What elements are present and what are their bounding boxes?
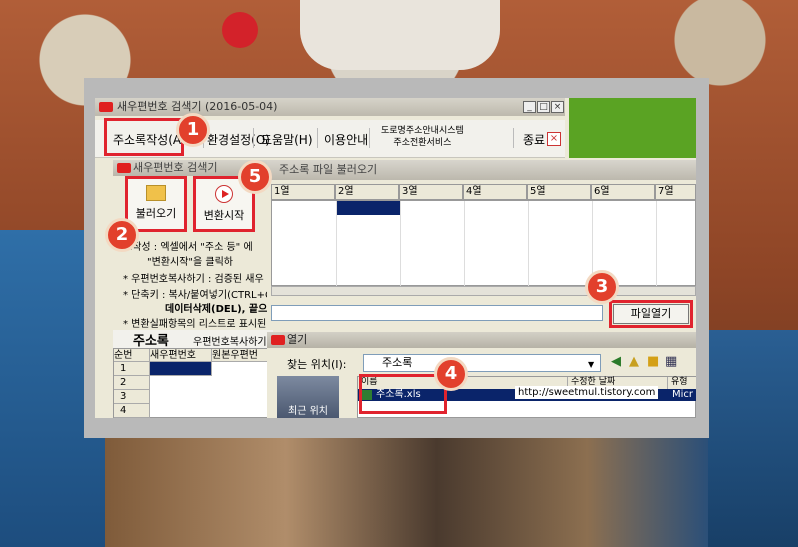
watermark: http://sweetmul.tistory.com (515, 386, 659, 399)
tab-strip: 주소록 우편번호복사하기 (113, 330, 273, 349)
description-line: * 변환실패항목의 리스트로 표시된 (123, 319, 267, 330)
highlight-box-step3 (609, 300, 693, 328)
grid-header-index: 순번 (114, 349, 150, 362)
description-line: * 우편번호복사하기 : 검증된 새우 (123, 274, 264, 285)
grid-row-index: 2 (114, 376, 150, 390)
menu-usage-guide[interactable]: 이용안내 (324, 131, 368, 148)
file-path-input[interactable] (271, 305, 603, 321)
dialog-app-icon (271, 335, 285, 345)
open-dialog-title: 열기 (287, 333, 308, 346)
open-dialog-titlebar: 열기 (267, 332, 696, 348)
loader-sheet[interactable] (271, 200, 696, 287)
step-badge-3: 3 (585, 270, 619, 304)
background-envelope (300, 0, 500, 70)
column-header[interactable]: 7열 (655, 184, 696, 200)
app-screen: 새우편번호 검색기 (2016-05-04) _ □ × 주소록작성(A) 환경… (95, 98, 696, 418)
grid-header-orig-postcode: 원본우편번 (212, 349, 274, 362)
sheet-gridline (336, 201, 337, 287)
background-red-seal (222, 12, 258, 48)
menu-separator (317, 128, 318, 148)
file-type: Micr (672, 389, 694, 400)
menu-help[interactable]: 도움말(H) (261, 131, 313, 148)
sheet-gridline (528, 201, 529, 287)
open-dialog-body: 찾는 위치(I): 주소록 ▼ ◀ ▲ ■ ▦ 최근 위치 이름 수정한 날짜 … (267, 348, 696, 418)
recent-places-button[interactable]: 최근 위치 (277, 376, 339, 418)
sheet-gridline (464, 201, 465, 287)
column-header[interactable]: 6열 (591, 184, 655, 200)
loader-title: 주소록 파일 불러오기 (279, 163, 378, 176)
highlight-box-step4 (359, 374, 447, 414)
main-window-titlebar: 새우편번호 검색기 (2016-05-04) _ □ × (95, 98, 565, 116)
column-header[interactable]: 3열 (399, 184, 463, 200)
description-line: * 단축키 : 복사/붙여넣기(CTRL+C (123, 290, 272, 301)
chevron-down-icon[interactable]: ▼ (588, 357, 594, 373)
sheet-gridline (656, 201, 657, 287)
tab-address-book[interactable]: 주소록 (133, 330, 169, 349)
grid-row-index: 3 (114, 390, 150, 404)
sheet-gridline (400, 201, 401, 287)
app-icon (99, 102, 113, 112)
new-folder-icon[interactable]: ■ (647, 354, 659, 369)
tab-postcode-copy[interactable]: 우편번호복사하기 (193, 333, 267, 348)
address-grid[interactable]: 순번 새우편번호 원본우편번 1 2 3 4 (113, 348, 274, 418)
exit-close-icon[interactable]: × (547, 132, 561, 146)
list-header-type[interactable]: 유형 (668, 377, 696, 389)
highlight-box-step1 (104, 118, 184, 156)
menu-separator (369, 128, 370, 148)
background-bottom (105, 437, 708, 547)
description-line: "변환시작"을 클릭하 (147, 257, 233, 268)
grid-header-new-postcode: 새우편번호 (150, 349, 212, 362)
road-service-line1: 도로명주소안내시스템 (381, 126, 464, 136)
column-header[interactable]: 1열 (271, 184, 335, 200)
step-badge-4: 4 (434, 357, 468, 391)
road-service-line2: 주소전환서비스 (393, 138, 452, 148)
back-icon[interactable]: ◀ (611, 354, 621, 369)
column-header[interactable]: 5열 (527, 184, 591, 200)
inner-app-icon (117, 163, 131, 173)
loader-titlebar: 주소록 파일 불러오기 (267, 160, 696, 180)
look-in-value: 주소록 (382, 356, 413, 369)
menu-separator (513, 128, 514, 148)
recent-places-label: 최근 위치 (288, 406, 328, 417)
column-header[interactable]: 4열 (463, 184, 527, 200)
window-title: 새우편번호 검색기 (2016-05-04) (117, 100, 278, 113)
close-window-button[interactable]: × (551, 101, 564, 113)
green-side-panel (569, 98, 696, 158)
minimize-button[interactable]: _ (523, 101, 536, 113)
look-in-label: 찾는 위치(I): (287, 358, 347, 371)
look-in-select[interactable]: 주소록 ▼ (363, 354, 601, 372)
inner-window-title: 새우편번호 검색기 (133, 161, 218, 174)
menu-separator (253, 128, 254, 148)
menu-road-address-service[interactable]: 도로명주소안내시스템 주소전환서비스 (381, 125, 464, 149)
maximize-button[interactable]: □ (537, 101, 550, 113)
step-badge-5: 5 (238, 160, 272, 194)
grid-row-index: 4 (114, 404, 150, 418)
background-mailbox-right (708, 330, 798, 547)
description-line: 소작성 : 엑셀에서 "주소 등" 에 (123, 242, 253, 253)
menu-exit[interactable]: 종료 (523, 131, 545, 148)
sheet-selected-cell[interactable] (336, 201, 400, 215)
up-folder-icon[interactable]: ▲ (629, 354, 639, 369)
view-menu-icon[interactable]: ▦ (665, 354, 677, 369)
description-line: 데이터삭제(DEL), 끝으 (165, 304, 268, 315)
grid-cell-selected[interactable] (150, 362, 212, 376)
address-loader-window: 주소록 파일 불러오기 1열 2열 3열 4열 5열 6열 7열 파일열기 (267, 160, 696, 330)
column-header[interactable]: 2열 (335, 184, 399, 200)
horizontal-scrollbar[interactable] (271, 286, 696, 296)
step-badge-2: 2 (105, 218, 139, 252)
step-badge-1: 1 (176, 113, 210, 147)
grid-row-index: 1 (114, 362, 150, 376)
